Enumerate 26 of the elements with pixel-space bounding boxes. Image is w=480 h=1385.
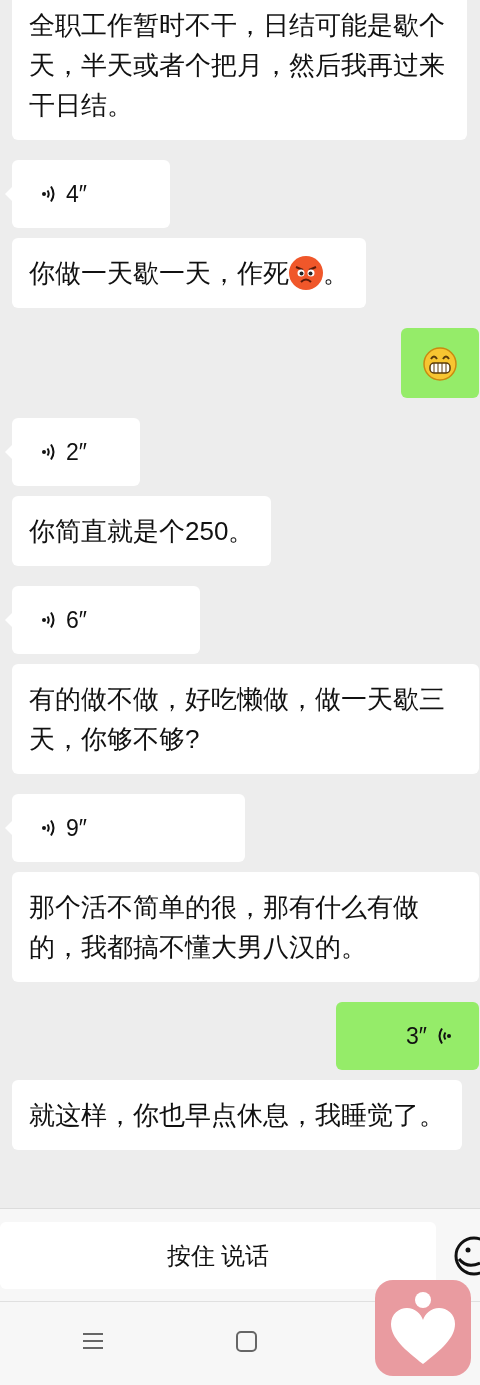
voice-message[interactable]: 3″ <box>336 1002 479 1070</box>
voice-wave-icon <box>437 1026 451 1046</box>
emoji-icon[interactable] <box>453 1235 480 1277</box>
voice-duration: 6″ <box>66 606 87 635</box>
voice-message[interactable]: 4″ <box>12 160 170 228</box>
voice-duration: 4″ <box>66 180 87 209</box>
voice-message[interactable]: 2″ <box>12 418 140 486</box>
message-text: 你简直就是个250。 <box>29 516 255 546</box>
message-text: 你做一天歇一天，作死 <box>29 257 289 290</box>
menu-icon[interactable] <box>83 1331 103 1351</box>
message-text: 。 <box>323 257 349 290</box>
voice-duration: 2″ <box>66 438 87 467</box>
voice-wave-icon <box>42 184 56 204</box>
home-square-icon[interactable] <box>236 1331 257 1352</box>
voice-duration: 3″ <box>406 1022 427 1051</box>
voice-wave-icon <box>42 610 56 630</box>
voice-wave-icon <box>42 442 56 462</box>
message-text: 就这样，你也早点休息，我睡觉了。 <box>29 1100 445 1130</box>
voice-message[interactable]: 6″ <box>12 586 200 654</box>
voice-message[interactable]: 9″ <box>12 794 245 862</box>
message-text: 那个活不简单的很，那有什么有做的，我都搞不懂大男八汉的。 <box>29 892 419 962</box>
hold-to-talk-button[interactable]: 按住 说话 <box>0 1222 436 1289</box>
message-text: 有的做不做，好吃懒做，做一天歇三天，你够不够? <box>29 684 445 754</box>
message-text: 全职工作暂时不干，日结可能是歇个天，半天或者个把月，然后我再过来干日结。 <box>29 10 445 120</box>
voice-wave-icon <box>42 818 56 838</box>
voice-duration: 9″ <box>66 814 87 843</box>
